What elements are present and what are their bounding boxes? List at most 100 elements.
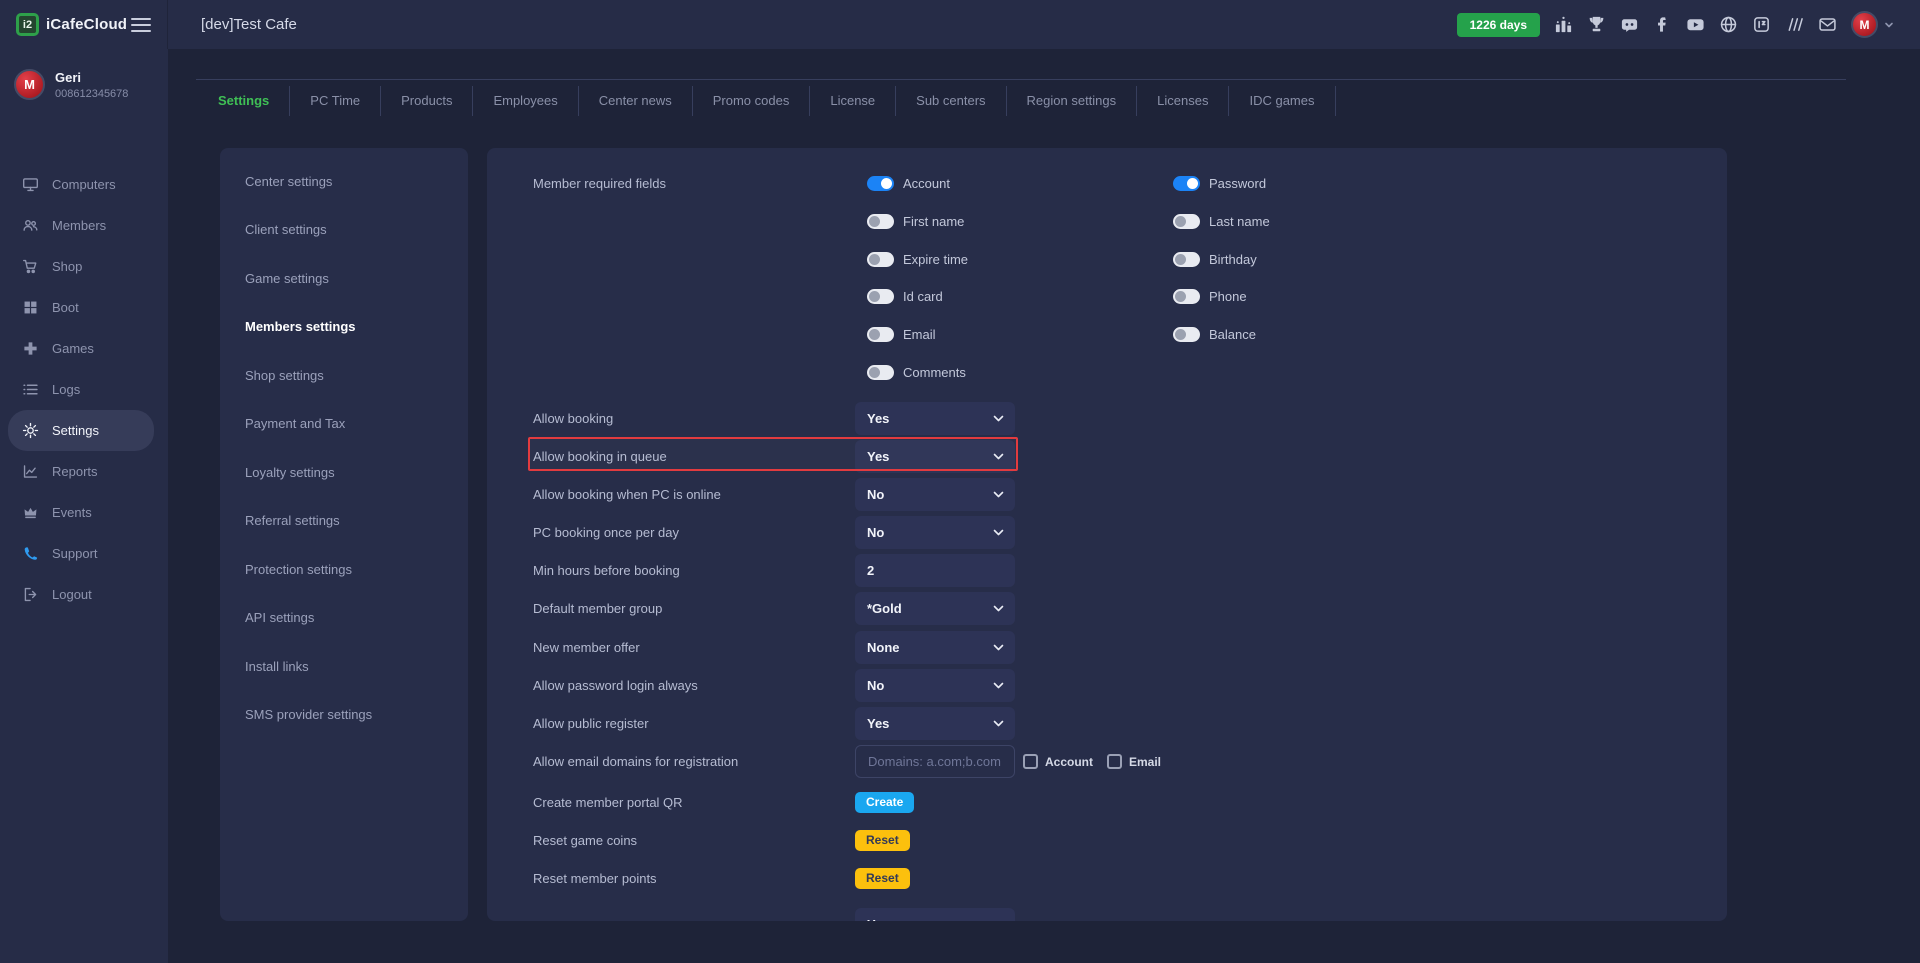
allow-password-login-always-select[interactable]: No xyxy=(855,669,1015,702)
row-allow-password-login-always: Allow password login always No xyxy=(533,669,1717,702)
password-toggle[interactable] xyxy=(1173,176,1200,191)
email-domains-input[interactable] xyxy=(855,745,1015,778)
layers-icon[interactable] xyxy=(1785,15,1804,34)
menu-item-game-settings[interactable]: Game settings xyxy=(220,254,468,303)
menu-item-protection-settings[interactable]: Protection settings xyxy=(220,545,468,594)
allow-booking-in-queue-select[interactable]: Yes xyxy=(855,440,1015,473)
tab-license[interactable]: License xyxy=(810,86,896,116)
email-toggle[interactable] xyxy=(867,327,894,342)
sidebar-item-logs[interactable]: Logs xyxy=(0,369,168,410)
toggle-row-first-name: First name xyxy=(867,213,964,229)
icafecloud-icon[interactable] xyxy=(1752,15,1771,34)
new-member-offer-select[interactable]: None xyxy=(855,631,1015,664)
phone-toggle[interactable] xyxy=(1173,289,1200,304)
chevron-down-icon xyxy=(993,453,1004,460)
clipped-select[interactable]: Yes xyxy=(855,908,1015,921)
toggle-row-birthday: Birthday xyxy=(1173,251,1257,267)
id-card-toggle[interactable] xyxy=(867,289,894,304)
menu-item-api-settings[interactable]: API settings xyxy=(220,594,468,643)
last-name-toggle[interactable] xyxy=(1173,214,1200,229)
sidebar-item-settings[interactable]: Settings xyxy=(8,410,154,451)
topbar: i2 iCafeCloud [dev]Test Cafe 1226 days xyxy=(0,0,1920,49)
default-member-group-select[interactable]: *Gold xyxy=(855,592,1015,625)
birthday-toggle[interactable] xyxy=(1173,252,1200,267)
menu-item-client-settings[interactable]: Client settings xyxy=(220,206,468,255)
mail-icon[interactable] xyxy=(1818,15,1837,34)
discord-icon[interactable] xyxy=(1620,15,1639,34)
tabs-divider xyxy=(196,79,1846,80)
create-button[interactable]: Create xyxy=(855,792,914,813)
globe-icon[interactable] xyxy=(1719,15,1738,34)
allow-booking-select[interactable]: Yes xyxy=(855,402,1015,435)
sidebar-item-members[interactable]: Members xyxy=(0,205,168,246)
sidebar-item-games[interactable]: Games xyxy=(0,328,168,369)
sidebar-item-logout[interactable]: Logout xyxy=(0,574,168,615)
sidebar-item-boot[interactable]: Boot xyxy=(0,287,168,328)
sidebar-item-reports[interactable]: Reports xyxy=(0,451,168,492)
toggle-row-password: Password xyxy=(1173,175,1266,191)
row-allow-email-domains: Allow email domains for registration Acc… xyxy=(533,745,1717,778)
tab-promo-codes[interactable]: Promo codes xyxy=(693,86,811,116)
comments-toggle[interactable] xyxy=(867,365,894,380)
chevron-down-icon xyxy=(993,415,1004,422)
icafecloud-app: i2 iCafeCloud [dev]Test Cafe 1226 days xyxy=(0,0,1920,963)
balance-toggle[interactable] xyxy=(1173,327,1200,342)
email-domains-checkboxes: Account Email xyxy=(1023,754,1175,769)
license-days-badge[interactable]: 1226 days xyxy=(1457,13,1540,37)
menu-item-loyalty-settings[interactable]: Loyalty settings xyxy=(220,448,468,497)
allow-public-register-select[interactable]: Yes xyxy=(855,707,1015,740)
menu-item-payment-and-tax[interactable]: Payment and Tax xyxy=(220,400,468,449)
menu-item-shop-settings[interactable]: Shop settings xyxy=(220,351,468,400)
expire-time-toggle[interactable] xyxy=(867,252,894,267)
windows-icon xyxy=(22,299,39,316)
account-checkbox[interactable] xyxy=(1023,754,1038,769)
tab-region-settings[interactable]: Region settings xyxy=(1007,86,1138,116)
chevron-down-icon xyxy=(993,682,1004,689)
tab-employees[interactable]: Employees xyxy=(473,86,578,116)
ranking-icon[interactable] xyxy=(1554,15,1573,34)
account-toggle[interactable] xyxy=(867,176,894,191)
reset-game-coins-button[interactable]: Reset xyxy=(855,830,910,851)
crown-icon xyxy=(22,504,39,521)
allow-booking-pc-online-select[interactable]: No xyxy=(855,478,1015,511)
members-settings-panel: Member required fields Account First nam… xyxy=(487,148,1727,921)
youtube-icon[interactable] xyxy=(1686,15,1705,34)
tab-products[interactable]: Products xyxy=(381,86,473,116)
tab-sub-centers[interactable]: Sub centers xyxy=(896,86,1006,116)
sidebar-item-support[interactable]: Support xyxy=(0,533,168,574)
pc-booking-once-per-day-select[interactable]: No xyxy=(855,516,1015,549)
menu-item-install-links[interactable]: Install links xyxy=(220,642,468,691)
first-name-toggle[interactable] xyxy=(867,214,894,229)
row-default-member-group: Default member group *Gold xyxy=(533,592,1717,625)
facebook-icon[interactable] xyxy=(1653,15,1672,34)
row-allow-booking: Allow booking Yes xyxy=(533,402,1717,435)
toggle-row-comments: Comments xyxy=(867,364,966,380)
chevron-down-icon xyxy=(993,720,1004,727)
row-reset-member-points: Reset member points Reset xyxy=(533,862,1717,895)
email-checkbox[interactable] xyxy=(1107,754,1122,769)
monitor-icon xyxy=(22,176,39,193)
member-required-fields-label: Member required fields xyxy=(533,176,666,191)
sidebar-item-events[interactable]: Events xyxy=(0,492,168,533)
menu-item-members-settings[interactable]: Members settings xyxy=(220,303,468,352)
row-allow-public-register: Allow public register Yes xyxy=(533,707,1717,740)
sidebar-item-computers[interactable]: Computers xyxy=(0,164,168,205)
sidebar-avatar[interactable]: M xyxy=(14,69,45,100)
menu-item-referral-settings[interactable]: Referral settings xyxy=(220,497,468,546)
topbar-right: 1226 days xyxy=(1457,11,1920,38)
user-avatar[interactable]: M xyxy=(1851,11,1878,38)
hamburger-menu-icon[interactable] xyxy=(131,18,151,32)
reset-member-points-button[interactable]: Reset xyxy=(855,868,910,889)
tab-pc-time[interactable]: PC Time xyxy=(290,86,381,116)
min-hours-input[interactable] xyxy=(855,554,1015,587)
menu-item-sms-provider-settings[interactable]: SMS provider settings xyxy=(220,691,468,740)
menu-item-center-settings[interactable]: Center settings xyxy=(220,157,468,206)
trophy-icon[interactable] xyxy=(1587,15,1606,34)
tab-idc-games[interactable]: IDC games xyxy=(1229,86,1335,116)
tab-licenses[interactable]: Licenses xyxy=(1137,86,1229,116)
tab-settings[interactable]: Settings xyxy=(198,86,290,116)
sidebar-item-shop[interactable]: Shop xyxy=(0,246,168,287)
user-menu[interactable]: M xyxy=(1851,11,1894,38)
tab-center-news[interactable]: Center news xyxy=(579,86,693,116)
gamepad-icon xyxy=(22,340,39,357)
